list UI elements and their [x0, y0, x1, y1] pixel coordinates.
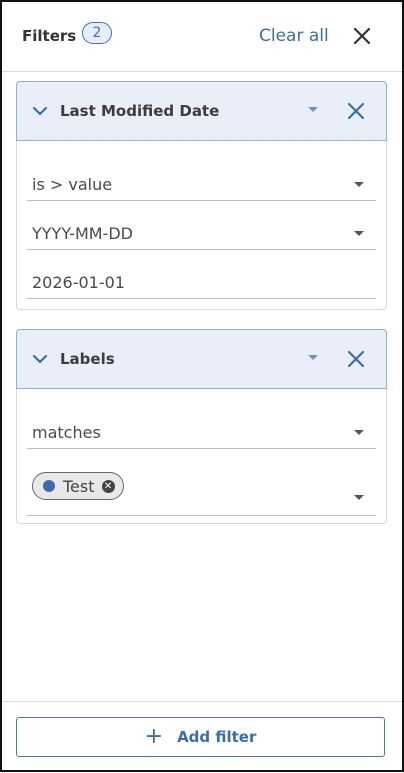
active-filter-count-badge: 2 [82, 22, 112, 44]
chevron-down-icon[interactable] [32, 104, 48, 118]
operator-select[interactable]: matches [27, 416, 376, 449]
filter-options-caret-icon[interactable] [308, 107, 318, 112]
remove-filter-icon[interactable] [346, 101, 366, 121]
chevron-down-icon[interactable] [32, 352, 48, 366]
remove-chip-icon[interactable]: ✕ [101, 479, 115, 493]
filters-header: Filters 2 Clear all [2, 2, 402, 72]
operator-value: matches [32, 423, 101, 442]
date-format-value: YYYY-MM-DD [32, 224, 133, 243]
filters-panel: Filters 2 Clear all Last Modified Date i… [0, 0, 404, 772]
date-value-input[interactable]: 2026-01-01 [27, 266, 376, 299]
dropdown-caret-icon[interactable] [354, 430, 364, 435]
dropdown-caret-icon[interactable] [354, 231, 364, 236]
filters-footer: + Add filter [2, 701, 402, 773]
filters-title: Filters [22, 27, 77, 45]
date-value: 2026-01-01 [32, 273, 125, 292]
add-filter-button[interactable]: + Add filter [16, 717, 385, 757]
operator-select[interactable]: is > value [27, 168, 376, 201]
label-multiselect[interactable]: Test ✕ [27, 465, 376, 516]
operator-value: is > value [32, 175, 113, 194]
date-format-select[interactable]: YYYY-MM-DD [27, 217, 376, 250]
clear-all-link[interactable]: Clear all [259, 26, 329, 46]
dropdown-caret-icon[interactable] [354, 182, 364, 187]
label-chip: Test ✕ [32, 472, 124, 500]
label-color-dot [43, 480, 55, 492]
remove-filter-icon[interactable] [346, 349, 366, 369]
label-chip-text: Test [63, 476, 95, 496]
close-icon[interactable] [351, 25, 373, 47]
add-filter-label: Add filter [177, 728, 257, 746]
dropdown-caret-icon[interactable] [354, 495, 364, 500]
filter-card-header[interactable]: Labels [16, 329, 387, 389]
filter-card-header[interactable]: Last Modified Date [16, 81, 387, 141]
plus-icon: + [144, 724, 164, 749]
filter-name: Last Modified Date [60, 102, 220, 120]
filter-card-last-modified-date: Last Modified Date is > value YYYY-MM-DD… [16, 81, 387, 310]
filter-options-caret-icon[interactable] [308, 355, 318, 360]
filter-card-labels: Labels matches Test ✕ [16, 329, 387, 524]
filter-name: Labels [60, 350, 115, 368]
